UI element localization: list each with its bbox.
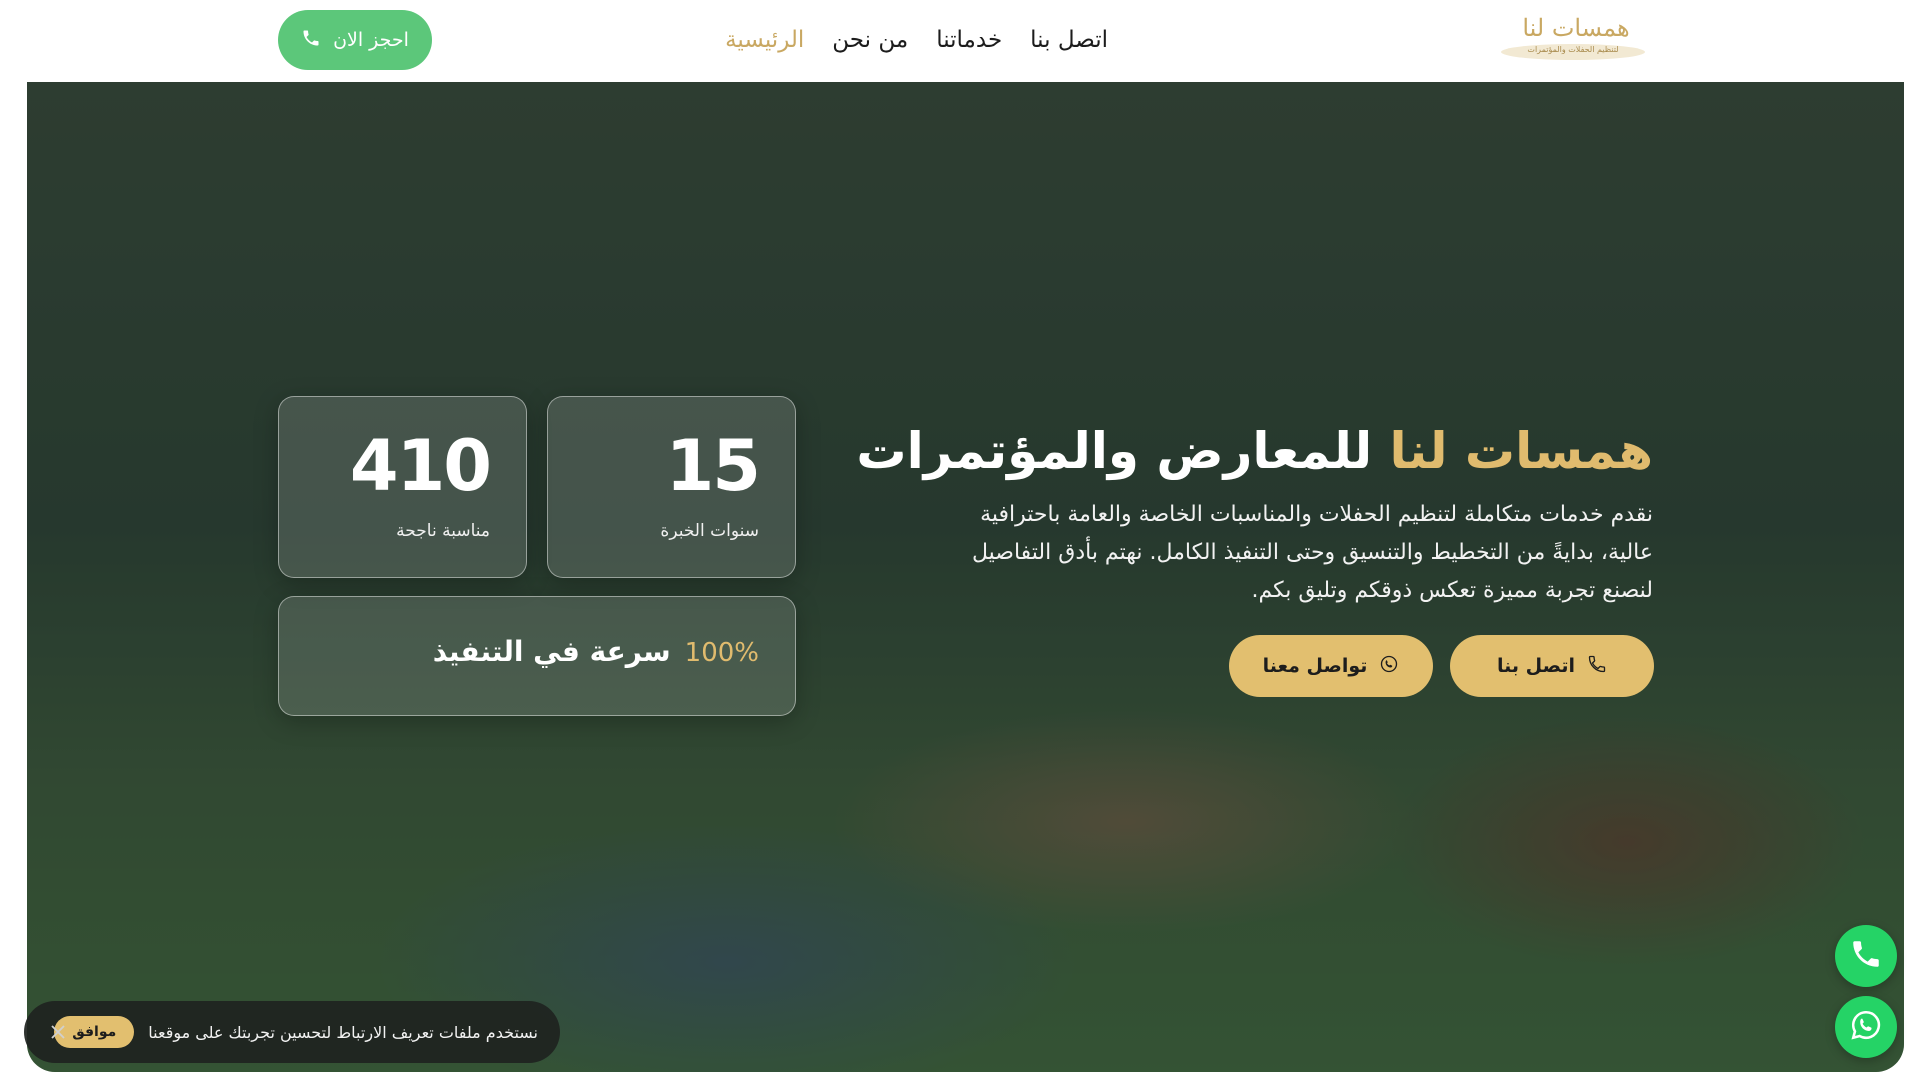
hero-description: نقدم خدمات متكاملة لتنظيم الحفلات والمنا…: [971, 502, 1653, 603]
phone-icon: [1849, 937, 1883, 975]
stat-events-value: 410: [349, 425, 492, 507]
whatsapp-icon: [1849, 1008, 1883, 1046]
stat-years-label: سنوات الخبرة: [660, 521, 759, 541]
stat-speed-card: 100% سرعة في التنفيذ: [278, 596, 796, 716]
call-us-button[interactable]: اتصل بنا: [1450, 635, 1654, 697]
stat-speed-label: سرعة في التنفيذ: [432, 635, 671, 668]
stat-years-value: 15: [665, 425, 761, 507]
nav-about[interactable]: من نحن: [832, 20, 908, 60]
stat-speed-row: 100% سرعة في التنفيذ: [433, 635, 759, 668]
hero-title: همسات لنا للمعارض والمؤتمرات: [856, 422, 1653, 480]
phone-icon: [1587, 654, 1607, 679]
phone-icon: [301, 28, 321, 53]
contact-us-button[interactable]: تواصل معنا: [1229, 635, 1433, 697]
cookie-text: نستخدم ملفات تعريف الارتباط لتحسين تجربت…: [148, 1022, 538, 1042]
book-now-button[interactable]: احجز الان: [278, 10, 432, 70]
stat-events-label: مناسبة ناجحة: [396, 521, 490, 541]
floating-whatsapp-button[interactable]: [1835, 996, 1897, 1058]
whatsapp-icon: [1379, 654, 1399, 679]
floating-call-button[interactable]: [1835, 925, 1897, 987]
hero-title-rest: للمعارض والمؤتمرات: [856, 422, 1373, 480]
call-us-label: اتصل بنا: [1497, 655, 1575, 677]
site-header: احجز الان الرئيسية من نحن خدماتنا اتصل ب…: [0, 0, 1920, 82]
main-nav: الرئيسية من نحن خدماتنا اتصل بنا: [725, 20, 1108, 60]
nav-home[interactable]: الرئيسية: [725, 20, 804, 60]
stat-events-card: 410 مناسبة ناجحة: [278, 396, 527, 578]
hero-title-accent: همسات لنا: [1389, 422, 1653, 480]
nav-contact[interactable]: اتصل بنا: [1030, 20, 1108, 60]
nav-services[interactable]: خدماتنا: [936, 20, 1002, 60]
hero-section: همسات لنا للمعارض والمؤتمرات نقدم خدمات …: [27, 82, 1904, 1072]
book-now-label: احجز الان: [333, 29, 409, 51]
cookie-banner: نستخدم ملفات تعريف الارتباط لتحسين تجربت…: [24, 1001, 560, 1063]
contact-us-label: تواصل معنا: [1262, 655, 1368, 677]
svg-text:همسات لنا: همسات لنا: [1522, 14, 1629, 42]
site-logo[interactable]: همسات لنا لتنظيم الحفلات والمؤتمرات: [1498, 6, 1648, 72]
svg-text:لتنظيم الحفلات والمؤتمرات: لتنظيم الحفلات والمؤتمرات: [1527, 45, 1618, 54]
close-icon[interactable]: [48, 1022, 68, 1042]
stat-speed-value: 100%: [684, 638, 759, 668]
stat-years-card: 15 سنوات الخبرة: [547, 396, 796, 578]
